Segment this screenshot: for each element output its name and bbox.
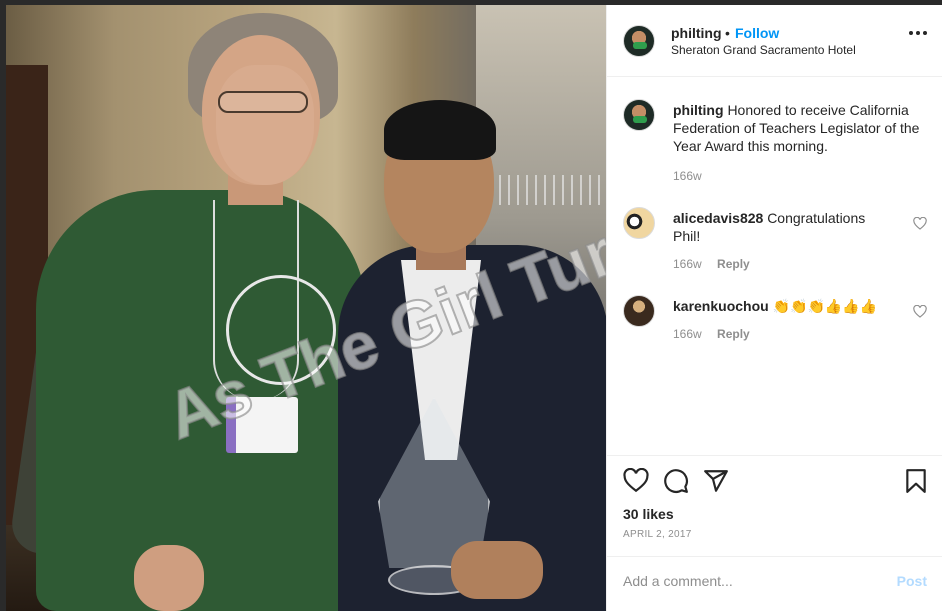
photo-person-left-hand [134,545,204,611]
comment-like-heart-icon[interactable] [913,217,927,230]
caption-timestamp[interactable]: 166w [673,169,702,183]
comment-like-heart-icon[interactable] [913,305,927,318]
photo-railing [481,175,606,205]
reply-button[interactable]: Reply [717,327,750,341]
photo-shirt-logo [226,275,336,385]
photo-person-right-hand [451,541,543,599]
add-comment-bar: Post [607,556,942,611]
caption-username[interactable]: philting [673,102,724,118]
comment-icon[interactable] [663,468,689,494]
comment-text-block: karenkuochou 👏👏👏👍👍👍 [673,297,893,315]
author-avatar[interactable] [623,25,655,57]
commenter-avatar[interactable] [623,207,655,239]
header-separator: • [725,25,730,41]
caption-text-block: philting Honored to receive California F… [673,101,923,155]
photo-person-right-hair [384,100,496,160]
author-username[interactable]: philting [671,25,722,41]
reply-button[interactable]: Reply [717,257,750,271]
more-horizontal-icon[interactable] [909,31,927,37]
heart-icon[interactable] [623,468,649,494]
comment-username[interactable]: alicedavis828 [673,210,763,226]
post-photo[interactable]: As The Girl Turns, Inc. [6,5,606,611]
bookmark-icon[interactable] [903,468,929,494]
photo-glasses [218,91,308,113]
post-comment-button[interactable]: Post [897,573,927,589]
comment-username[interactable]: karenkuochou [673,298,769,314]
likes-count[interactable]: 30 likes [623,506,674,522]
post-side-panel: philting • Follow Sheraton Grand Sacrame… [606,5,942,611]
follow-button[interactable]: Follow [735,25,779,41]
caption-avatar[interactable] [623,99,655,131]
post-location[interactable]: Sheraton Grand Sacramento Hotel [671,43,856,57]
comment-text: 👏👏👏👍👍👍 [772,298,878,314]
commenter-avatar[interactable] [623,295,655,327]
comment-input[interactable] [623,571,873,591]
photo-name-badge [226,397,298,453]
comment-timestamp[interactable]: 166w [673,327,702,341]
share-icon[interactable] [703,468,729,494]
comment-timestamp[interactable]: 166w [673,257,702,271]
photo-person-left-face [216,65,314,185]
comment-text-block: alicedavis828 Congratulations Phil! [673,209,893,245]
photo-person-left-shirt [36,190,366,611]
post-header: philting • Follow Sheraton Grand Sacrame… [607,5,942,77]
comment-meta: 166w Reply [673,257,750,271]
instagram-post-modal: As The Girl Turns, Inc. philting • Follo… [0,0,942,611]
comment-meta: 166w Reply [673,327,750,341]
post-date[interactable]: APRIL 2, 2017 [623,529,692,540]
